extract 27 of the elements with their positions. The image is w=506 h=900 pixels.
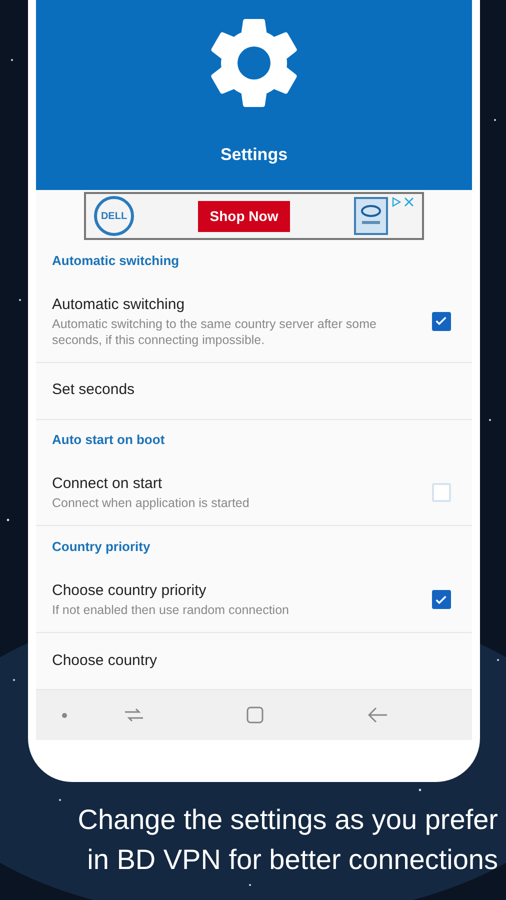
caption-text: in BD VPN for better connections (87, 843, 498, 877)
row-title: Choose country priority (52, 581, 208, 600)
checkbox[interactable] (432, 312, 450, 331)
shop-now-button[interactable]: Shop Now (198, 200, 290, 232)
row-summary: If not enabled then use random connection (52, 602, 290, 618)
row-title: Connect on start (52, 474, 164, 494)
checkbox[interactable] (432, 483, 450, 502)
settings-row[interactable]: Set seconds (36, 362, 472, 420)
settings-row[interactable]: Automatic switching Automatic switching to the same country server after some seconds, if this connecting impossible. (36, 280, 472, 363)
row-summary: Connect when application is started (52, 495, 250, 512)
row-title: Automatic switching (52, 294, 186, 314)
caption-text: Change the settings as you prefer (78, 803, 498, 837)
section-header: Auto start on boot (52, 431, 165, 450)
row-summary: Automatic switching to the same country server after some seconds, if this connecting impossible. (52, 316, 378, 348)
processor-badge-icon (354, 197, 388, 235)
header-title: Settings (220, 144, 288, 166)
section-header: Automatic switching (52, 252, 180, 270)
ad-banner[interactable]: DELL Shop Now (84, 192, 424, 240)
recent-apps-icon[interactable] (124, 708, 144, 722)
settings-row[interactable]: Choose country priority If not enabled then use random connection (36, 567, 472, 634)
section-header: Country priority (52, 538, 150, 556)
home-icon[interactable] (246, 706, 264, 724)
ad-choices-icon[interactable] (392, 197, 414, 207)
brand-logo: DELL (94, 196, 134, 236)
checkbox[interactable] (432, 590, 450, 610)
settings-row[interactable]: Connect on start Connect when application is started (36, 460, 472, 526)
back-icon[interactable] (368, 707, 388, 723)
